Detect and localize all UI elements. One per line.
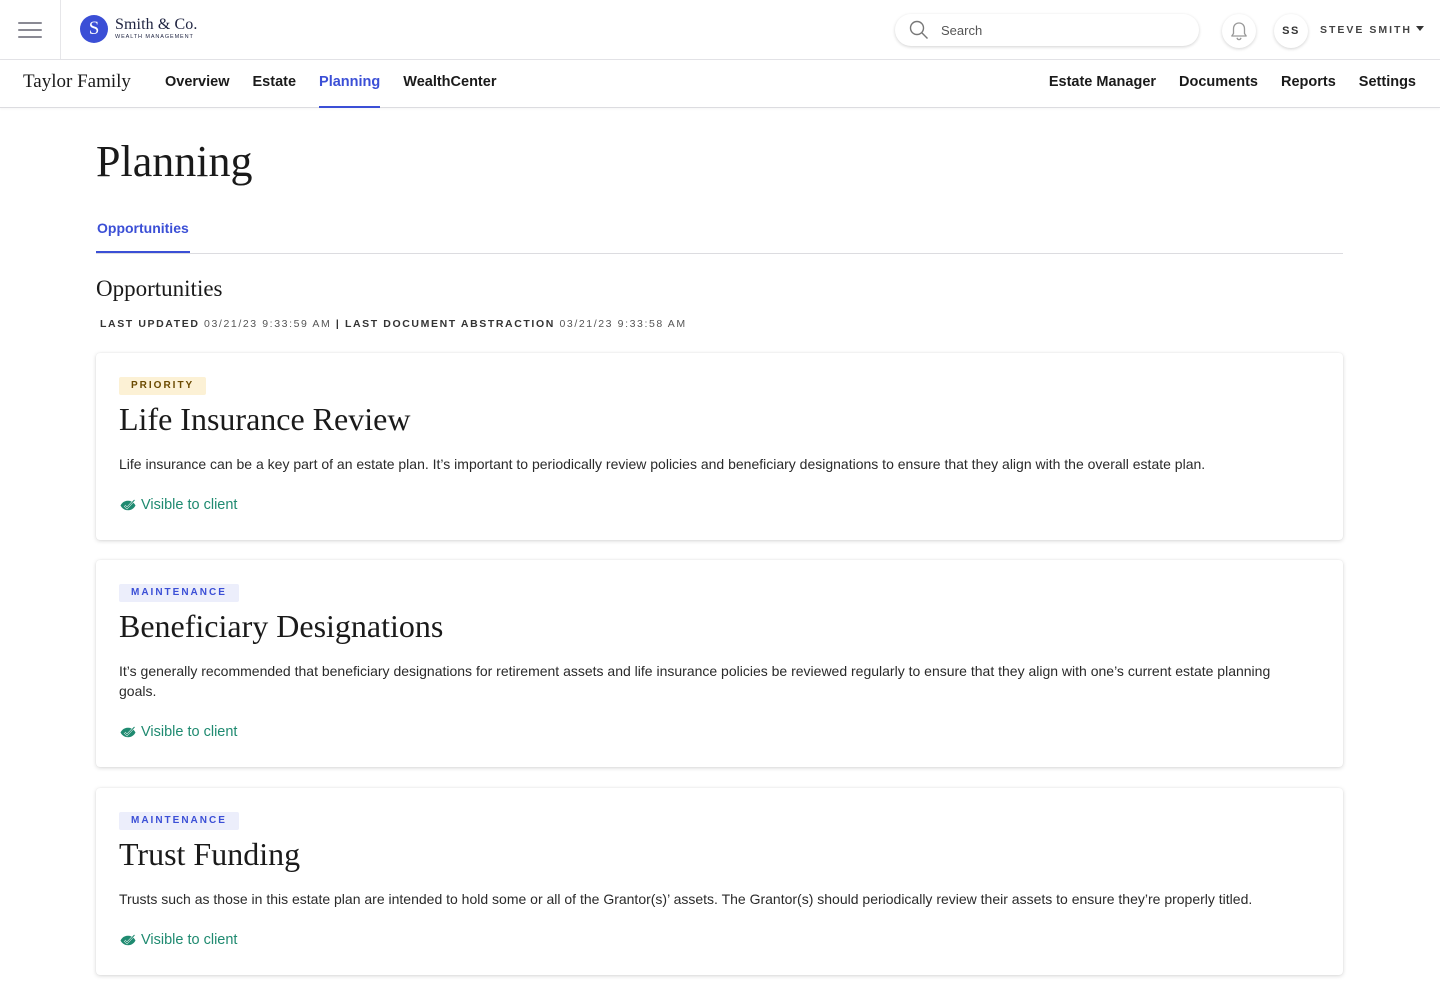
- brand-logo[interactable]: S Smith & Co. WEALTH MANAGEMENT: [80, 15, 197, 43]
- chevron-down-icon[interactable]: [1416, 26, 1424, 31]
- user-name[interactable]: STEVE SMITH: [1320, 24, 1412, 36]
- nav-documents[interactable]: Documents: [1179, 60, 1258, 108]
- search-input[interactable]: [941, 22, 1161, 38]
- visibility-label: Visible to client: [141, 932, 238, 948]
- family-name: Taylor Family: [23, 71, 131, 92]
- hamburger-menu-button[interactable]: [0, 0, 61, 59]
- visible-to-client-link[interactable]: Visible to client: [119, 932, 237, 948]
- card-title: Life Insurance Review: [119, 401, 411, 437]
- nav-estate-manager[interactable]: Estate Manager: [1049, 60, 1156, 108]
- brand-name: Smith & Co.: [115, 16, 198, 34]
- last-updated-label: LAST UPDATED: [100, 318, 200, 330]
- maintenance-badge: MAINTENANCE: [119, 812, 239, 830]
- card-title: Trust Funding: [119, 836, 301, 872]
- visible-to-client-link[interactable]: Visible to client: [119, 497, 237, 513]
- opportunity-card[interactable]: PRIORITY Life Insurance Review Life insu…: [96, 353, 1343, 540]
- utility-nav: Estate Manager Documents Reports Setting…: [1026, 60, 1416, 108]
- eye-check-icon: [120, 499, 136, 511]
- nav-settings[interactable]: Settings: [1359, 60, 1416, 108]
- card-description: Trusts such as those in this estate plan…: [119, 891, 1253, 907]
- page-tabs: Opportunities: [96, 210, 1343, 254]
- page-title: Planning: [96, 137, 253, 186]
- visibility-label: Visible to client: [141, 724, 238, 740]
- tab-opportunities[interactable]: Opportunities: [96, 220, 190, 253]
- section-title: Opportunities: [96, 276, 223, 301]
- hamburger-icon: [18, 17, 42, 43]
- brand-subtitle: WEALTH MANAGEMENT: [115, 34, 194, 41]
- search-bar[interactable]: [895, 14, 1199, 46]
- last-updated-value: 03/21/23 9:33:59 AM: [204, 318, 332, 330]
- top-bar: S Smith & Co. WEALTH MANAGEMENT SS STEVE…: [0, 0, 1440, 60]
- last-updated-meta: LAST UPDATED 03/21/23 9:33:59 AM | LAST …: [100, 318, 687, 330]
- bell-icon: [1231, 22, 1247, 41]
- nav-estate[interactable]: Estate: [253, 60, 297, 108]
- eye-check-icon: [120, 726, 136, 738]
- user-avatar[interactable]: SS: [1274, 14, 1308, 48]
- last-abstraction-label: LAST DOCUMENT ABSTRACTION: [344, 318, 555, 330]
- opportunity-card[interactable]: MAINTENANCE Beneficiary Designations It’…: [96, 560, 1343, 767]
- nav-planning[interactable]: Planning: [319, 60, 381, 108]
- card-description: It’s generally recommended that benefici…: [119, 663, 1271, 699]
- meta-separator: |: [335, 318, 341, 330]
- nav-wealthcenter[interactable]: WealthCenter: [403, 60, 496, 108]
- priority-badge: PRIORITY: [119, 377, 207, 395]
- last-abstraction-value: 03/21/23 9:33:58 AM: [559, 318, 687, 330]
- secondary-nav: Taylor Family Overview Estate Planning W…: [0, 60, 1440, 108]
- maintenance-badge: MAINTENANCE: [119, 584, 239, 602]
- card-description: Life insurance can be a key part of an e…: [119, 456, 1206, 472]
- primary-tabs: Overview Estate Planning WealthCenter: [165, 60, 519, 108]
- brand-logo-icon: S: [80, 15, 108, 43]
- opportunity-card[interactable]: MAINTENANCE Trust Funding Trusts such as…: [96, 788, 1343, 975]
- visible-to-client-link[interactable]: Visible to client: [119, 724, 237, 740]
- search-icon: [901, 14, 937, 46]
- visibility-label: Visible to client: [141, 497, 238, 513]
- notifications-button[interactable]: [1222, 14, 1256, 48]
- nav-overview[interactable]: Overview: [165, 60, 230, 108]
- eye-check-icon: [120, 934, 136, 946]
- card-title: Beneficiary Designations: [119, 608, 444, 644]
- nav-reports[interactable]: Reports: [1281, 60, 1336, 108]
